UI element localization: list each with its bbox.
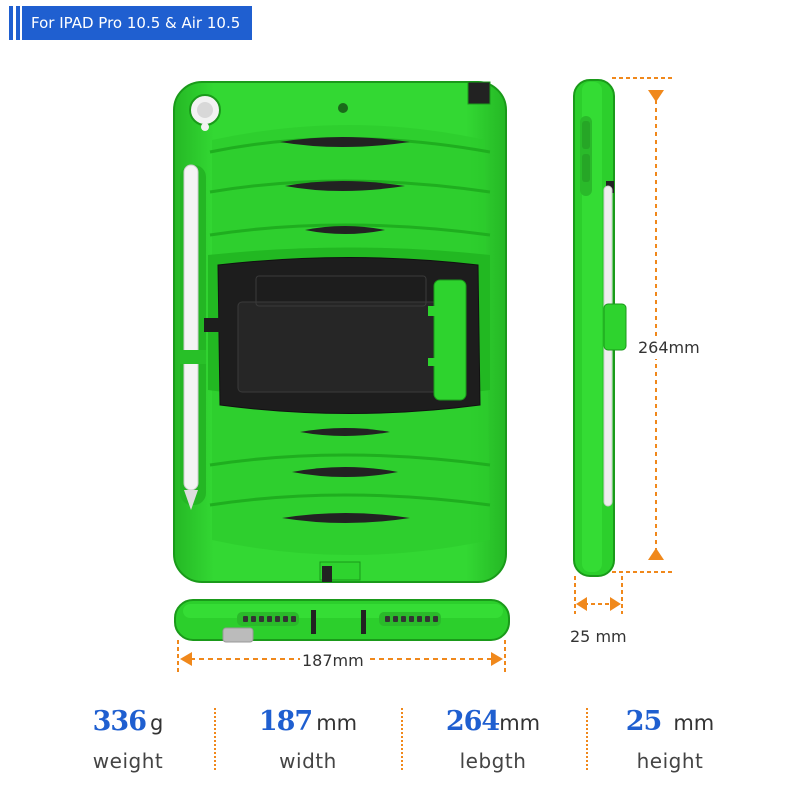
spec-divider <box>214 708 216 770</box>
spec-label: weight <box>92 749 164 773</box>
spec-width: 187 mm width <box>218 706 398 773</box>
spec-height: 25 mm height <box>580 706 760 773</box>
spec-label: height <box>636 749 704 773</box>
spec-length: 264mm lebgth <box>403 706 583 773</box>
thickness-dimension-label: 25 mm <box>570 627 627 646</box>
spec-unit: mm <box>316 711 358 735</box>
spec-value: 264 <box>445 706 500 737</box>
spec-unit: g <box>150 711 164 735</box>
length-dimension-label: 264mm <box>638 336 700 359</box>
spec-label: lebgth <box>459 749 527 773</box>
width-dimension-label: 187mm <box>300 651 366 670</box>
spec-unit: mm <box>499 711 541 735</box>
spec-unit: mm <box>673 711 715 735</box>
spec-value: 336 <box>92 706 147 737</box>
spec-value: 187 <box>258 706 313 737</box>
dimension-lines <box>177 77 672 672</box>
spec-value: 25 <box>625 706 663 737</box>
spec-label: width <box>279 749 337 773</box>
spec-weight: 336 g weight <box>38 706 218 773</box>
